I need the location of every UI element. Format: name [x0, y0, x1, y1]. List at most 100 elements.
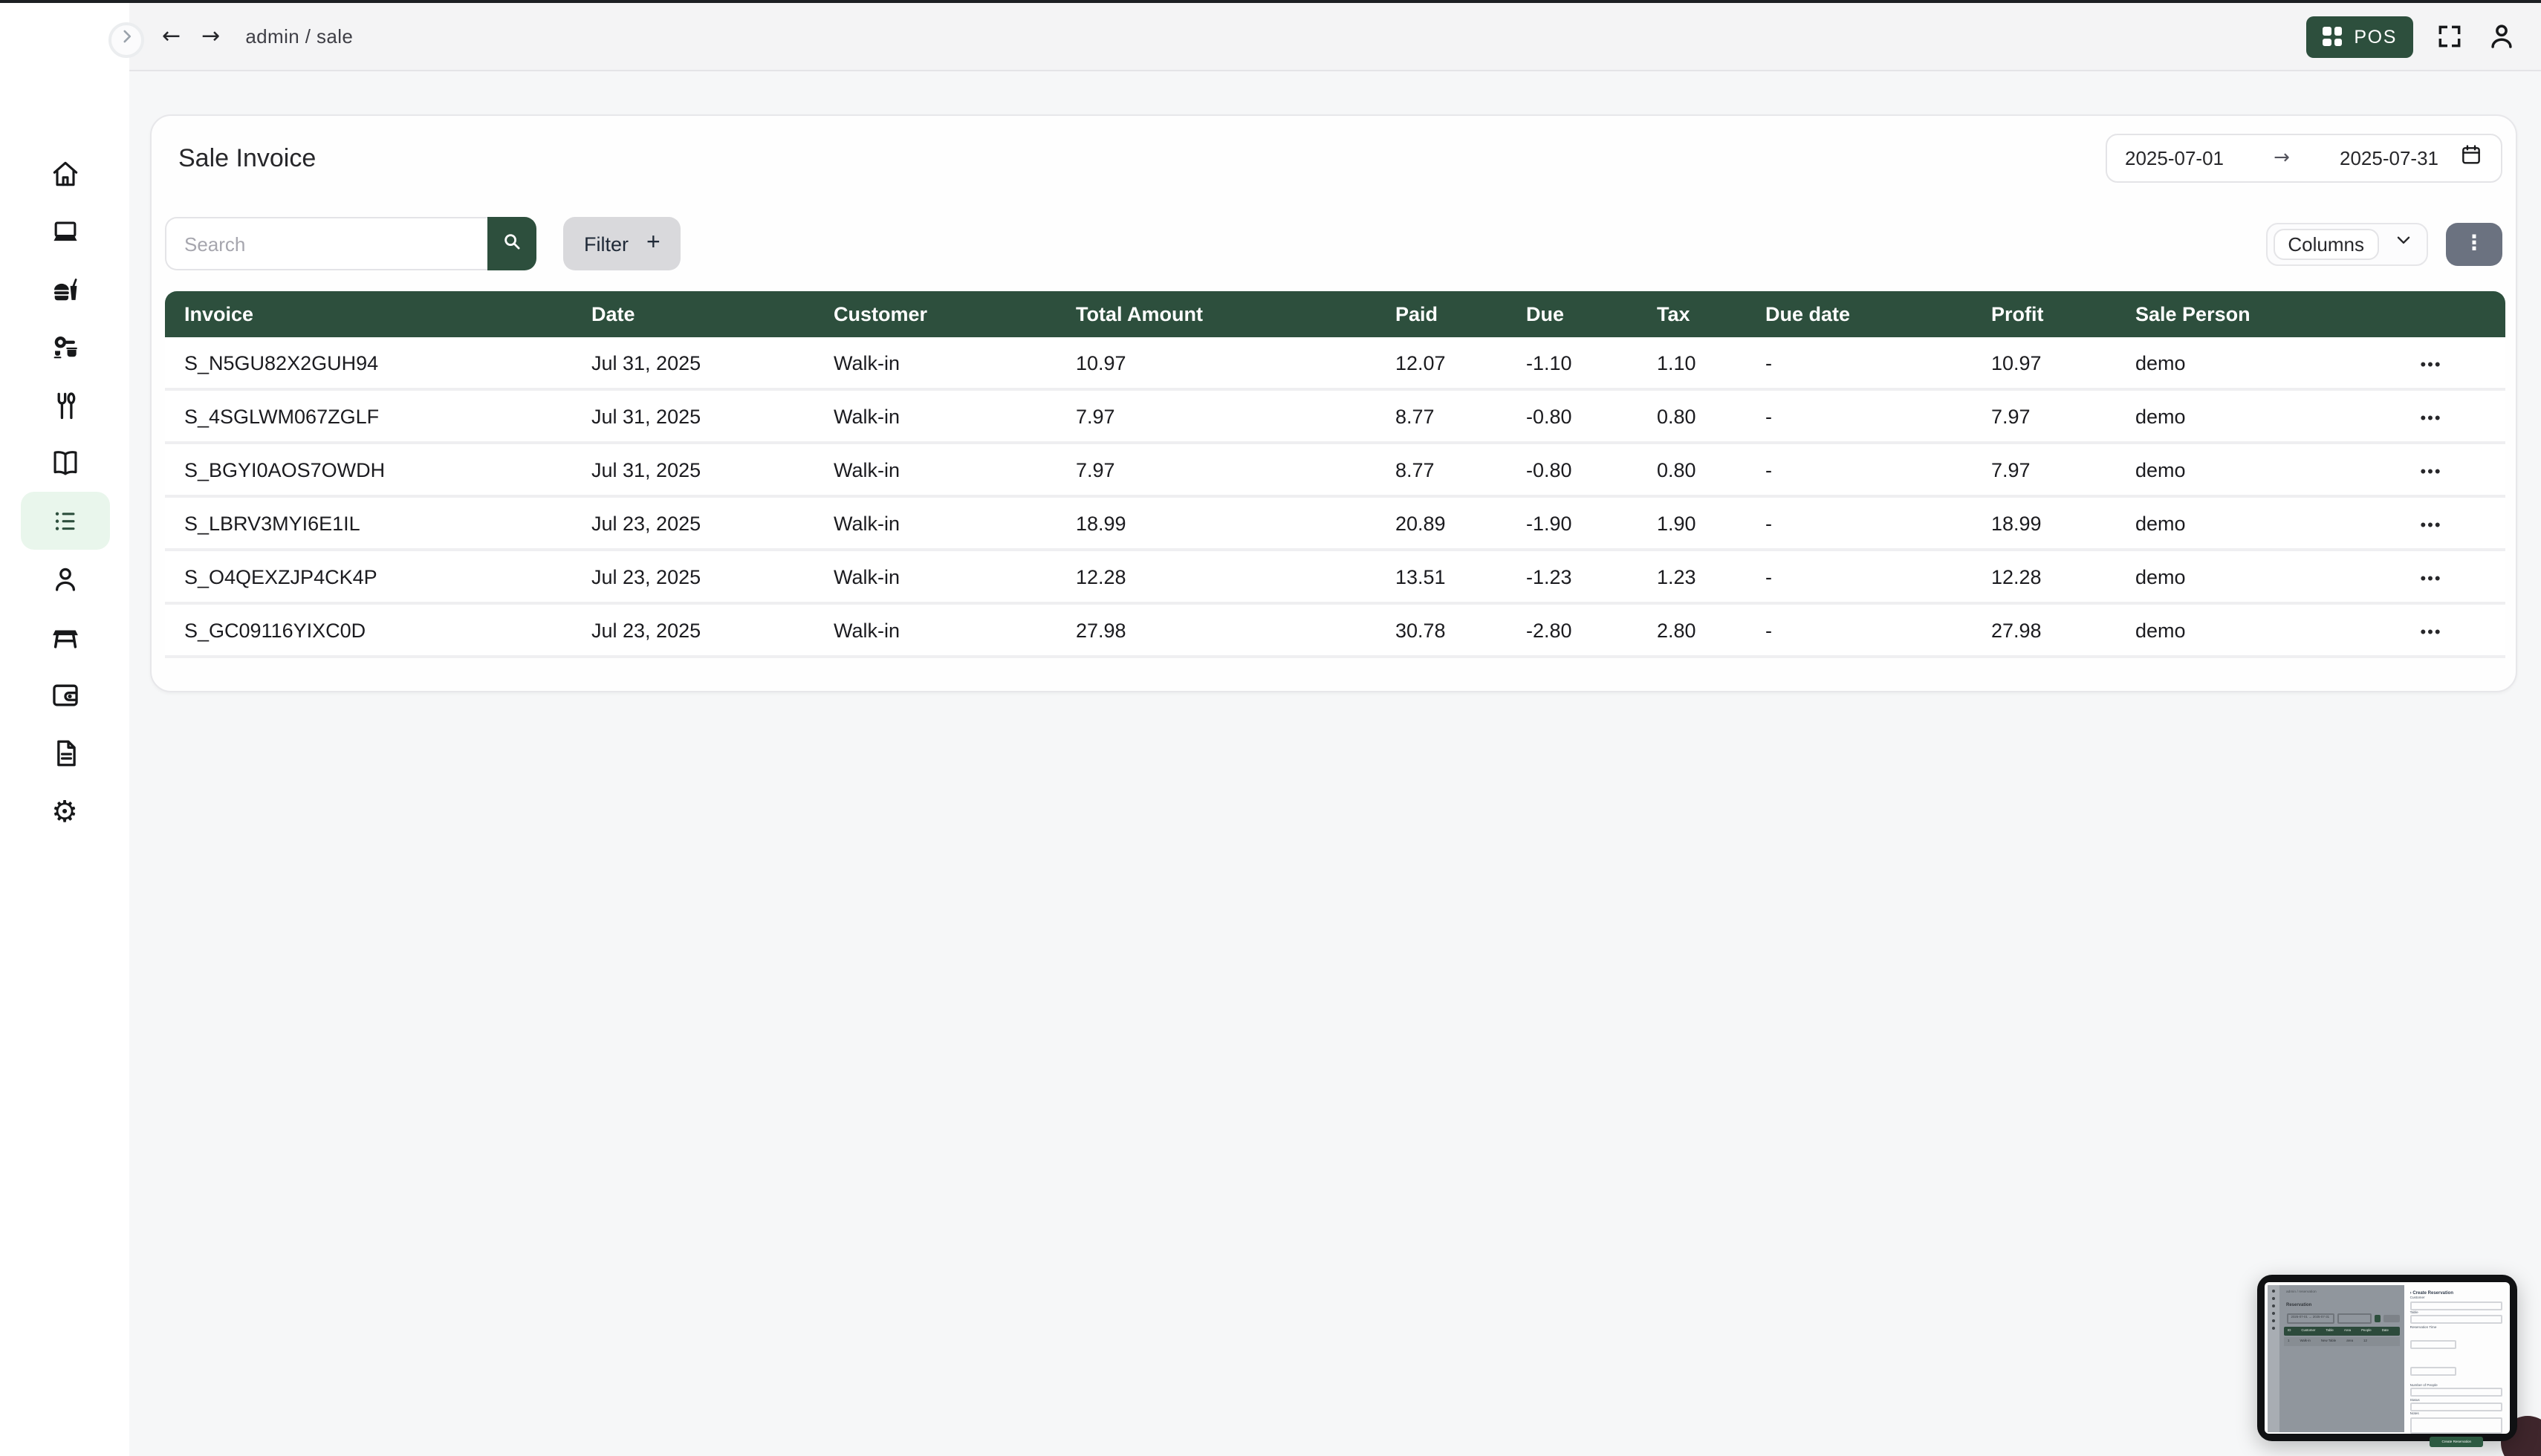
row-actions-button[interactable]: •••: [2420, 409, 2441, 427]
cell-due: -0.80: [1507, 391, 1638, 444]
sidebar-collapse-toggle[interactable]: [108, 22, 144, 58]
sidebar-item-pos-terminal[interactable]: [20, 202, 109, 260]
cell-invoice: S_N5GU82X2GUH94: [165, 337, 572, 391]
toolbar-right: Columns ⋮: [2265, 222, 2502, 265]
row-actions-button[interactable]: •••: [2420, 356, 2441, 374]
table-header-row: Invoice Date Customer Total Amount Paid …: [165, 291, 2505, 337]
cell-tax: 2.80: [1638, 605, 1746, 658]
sidebar-item-settings[interactable]: ⚙: [20, 781, 109, 839]
topbar-right-cluster: POS: [2306, 16, 2517, 57]
preview-filter-pill: [2384, 1314, 2400, 1322]
sidebar-item-menu-book[interactable]: [20, 434, 109, 492]
sidebar-item-dining[interactable]: [20, 376, 109, 434]
cell-due: -0.80: [1507, 444, 1638, 498]
columns-dropdown-label: Columns: [2273, 228, 2379, 259]
sidebar-item-wallet[interactable]: [20, 666, 109, 724]
cell-profit: 7.97: [1972, 391, 2116, 444]
topbar: ← → admin / sale POS: [129, 3, 2541, 71]
list-icon: [48, 504, 81, 537]
preview-date-range: 2025-07-01 → 2025-07-31: [2286, 1313, 2334, 1323]
cell-total: 12.28: [1057, 551, 1376, 605]
cell-total: 7.97: [1057, 391, 1376, 444]
cell-paid: 20.89: [1376, 498, 1507, 551]
search-input[interactable]: [165, 217, 487, 270]
home-icon: [48, 157, 81, 189]
col-header-invoice: Invoice: [165, 291, 572, 337]
cell-profit: 10.97: [1972, 337, 2116, 391]
fullscreen-icon[interactable]: [2435, 22, 2464, 51]
row-actions-button[interactable]: •••: [2420, 570, 2441, 588]
cell-date: Jul 31, 2025: [572, 444, 814, 498]
sidebar-item-tables[interactable]: [20, 608, 109, 666]
col-header-customer: Customer: [814, 291, 1057, 337]
preview-create-reservation-panel: › Create Reservation Customer Table Rese…: [2404, 1284, 2508, 1431]
kebab-icon: ⋮: [2464, 232, 2485, 256]
sale-invoice-table: Invoice Date Customer Total Amount Paid …: [165, 291, 2505, 658]
search-button[interactable]: [487, 217, 536, 270]
row-actions-button[interactable]: •••: [2420, 623, 2441, 641]
row-actions-button[interactable]: •••: [2420, 516, 2441, 534]
gear-icon: ⚙: [51, 796, 78, 825]
preview-reservation-page: admin / reservation Reservation 2025-07-…: [2267, 1284, 2404, 1431]
sidebar-item-home[interactable]: [20, 144, 109, 202]
person-icon: [48, 562, 81, 595]
sale-invoice-card: Sale Invoice 2025-07-01 → 2025-07-31 Fil…: [150, 114, 2517, 692]
preview-input: [2410, 1388, 2503, 1397]
sidebar-item-sale-list[interactable]: [20, 492, 109, 550]
filter-button[interactable]: Filter +: [563, 217, 681, 270]
preview-input: [2410, 1339, 2457, 1348]
cell-profit: 27.98: [1972, 605, 2116, 658]
preview-page-title: Reservation: [2286, 1301, 2311, 1307]
filter-button-label: Filter: [584, 233, 629, 255]
cell-total: 7.97: [1057, 444, 1376, 498]
date-range-picker[interactable]: 2025-07-01 → 2025-07-31: [2106, 134, 2502, 183]
col-header-due-date: Due date: [1746, 291, 1972, 337]
cell-customer: Walk-in: [814, 391, 1057, 444]
nav-forward-arrow[interactable]: →: [201, 25, 220, 48]
plus-icon: +: [646, 230, 661, 257]
nav-back-arrow[interactable]: ←: [162, 25, 181, 48]
cell-sale-person: demo: [2116, 498, 2357, 551]
screen-preview-thumbnail[interactable]: admin / reservation Reservation 2025-07-…: [2257, 1275, 2517, 1441]
cell-sale-person: demo: [2116, 551, 2357, 605]
cell-due-date: -: [1746, 498, 1972, 551]
preview-breadcrumb: admin / reservation: [2286, 1289, 2317, 1293]
cell-customer: Walk-in: [814, 498, 1057, 551]
preview-input: [2410, 1366, 2457, 1375]
more-options-button[interactable]: ⋮: [2446, 222, 2502, 265]
preview-mini-sidebar: [2267, 1284, 2279, 1431]
preview-input: [2410, 1301, 2503, 1310]
range-arrow-icon: →: [2224, 147, 2340, 169]
columns-dropdown[interactable]: Columns: [2265, 222, 2428, 265]
cell-paid: 13.51: [1376, 551, 1507, 605]
preview-search-button: [2374, 1314, 2381, 1322]
date-to-value[interactable]: 2025-07-31: [2340, 147, 2438, 169]
sidebar-item-documents[interactable]: [20, 724, 109, 781]
table-toolbar: Filter + Columns ⋮: [165, 217, 2502, 270]
row-actions-button[interactable]: •••: [2420, 463, 2441, 481]
sidebar-item-food[interactable]: [20, 260, 109, 318]
cell-total: 10.97: [1057, 337, 1376, 391]
breadcrumb: admin / sale: [245, 25, 353, 48]
preview-create-reservation-button: Create Reservation: [2430, 1437, 2483, 1447]
cell-tax: 1.90: [1638, 498, 1746, 551]
user-icon[interactable]: [2486, 21, 2517, 52]
calendar-icon[interactable]: [2438, 143, 2483, 174]
col-header-due: Due: [1507, 291, 1638, 337]
card-header: Sale Invoice 2025-07-01 → 2025-07-31: [165, 134, 2502, 183]
date-from-value[interactable]: 2025-07-01: [2125, 147, 2224, 169]
page-title: Sale Invoice: [178, 143, 316, 173]
cell-date: Jul 23, 2025: [572, 551, 814, 605]
cell-tax: 1.23: [1638, 551, 1746, 605]
cell-sale-person: demo: [2116, 391, 2357, 444]
preview-table-header: IDCustomerTableAreaPeopleDate: [2283, 1326, 2400, 1335]
sidebar-item-kitchen[interactable]: [20, 318, 109, 376]
pos-button[interactable]: POS: [2306, 16, 2413, 57]
cell-customer: Walk-in: [814, 551, 1057, 605]
screenshot-stage: ⚙ ← → admin / sale POS Sale Invoice 2025…: [0, 0, 2541, 1456]
cell-sale-person: demo: [2116, 337, 2357, 391]
cell-profit: 18.99: [1972, 498, 2116, 551]
cell-total: 27.98: [1057, 605, 1376, 658]
col-header-total-amount: Total Amount: [1057, 291, 1376, 337]
sidebar-item-customers[interactable]: [20, 550, 109, 608]
